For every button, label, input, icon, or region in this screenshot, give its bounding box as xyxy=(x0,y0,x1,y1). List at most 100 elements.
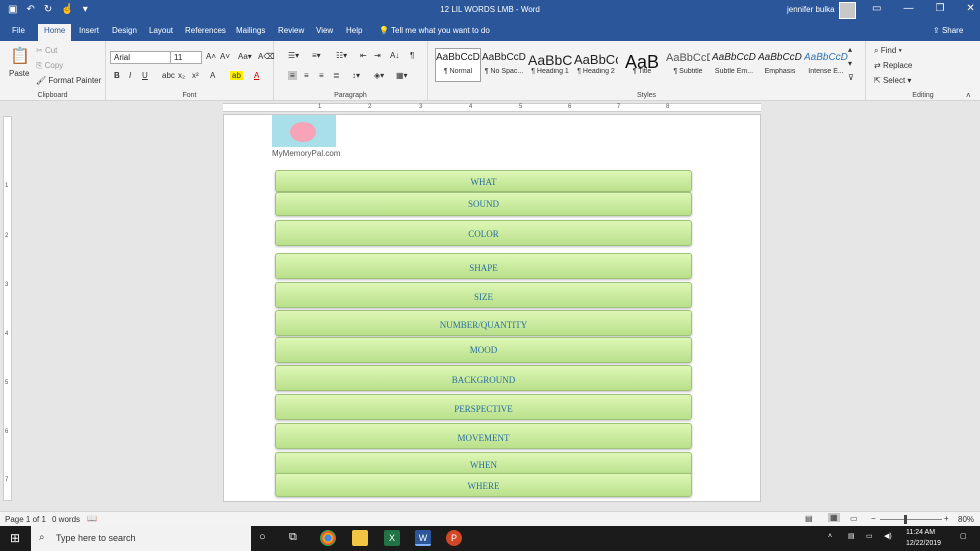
print-layout-icon[interactable]: ▦ xyxy=(828,513,840,522)
minimize-icon[interactable]: — xyxy=(903,3,913,14)
word-bar-mood[interactable]: MOOD xyxy=(275,337,692,363)
show-hidden-icons-icon[interactable]: ˄ xyxy=(828,533,832,540)
word-bar-sound[interactable]: SOUND xyxy=(275,192,692,216)
font-name-select[interactable]: Arial xyxy=(110,51,172,64)
tab-view[interactable]: View xyxy=(316,26,333,35)
paste-button[interactable]: Paste xyxy=(9,69,29,78)
proofing-icon[interactable]: 📖 xyxy=(87,514,97,523)
find-button[interactable]: ⌕ Find ▾ xyxy=(874,46,902,56)
change-case-icon[interactable]: Aa▾ xyxy=(238,52,252,61)
multilevel-list-icon[interactable]: ☷▾ xyxy=(336,51,347,60)
decrease-indent-icon[interactable]: ⇤ xyxy=(360,51,367,60)
zoom-slider-handle[interactable] xyxy=(904,515,907,524)
align-center-icon[interactable]: ≡ xyxy=(304,71,309,80)
tell-me-box[interactable]: 💡 Tell me what you want to do xyxy=(379,26,490,35)
zoom-out-icon[interactable]: − xyxy=(871,514,876,523)
style-6[interactable]: AaBbCcD ¶ Subtitle xyxy=(665,48,711,82)
italic-icon[interactable]: I xyxy=(129,71,131,80)
style-9[interactable]: AaBbCcDc Intense E... xyxy=(803,48,849,82)
taskbar-search[interactable]: ⌕ Type here to search xyxy=(31,526,251,551)
align-right-icon[interactable]: ≡ xyxy=(319,71,324,80)
share-button[interactable]: ⇪ Share xyxy=(933,26,963,35)
notifications-icon[interactable]: ▢ xyxy=(960,532,967,540)
font-size-select[interactable]: 11 xyxy=(170,51,202,64)
style-3[interactable]: AaBbC ¶ Heading 1 xyxy=(527,48,573,82)
replace-button[interactable]: ⇄ Replace xyxy=(874,61,912,70)
strikethrough-icon[interactable]: abc xyxy=(162,71,175,80)
tab-references[interactable]: References xyxy=(185,26,226,35)
collapse-ribbon-icon[interactable]: ˄ xyxy=(966,91,971,100)
clock-time[interactable]: 11:24 AM xyxy=(906,529,935,536)
text-effects-icon[interactable]: A xyxy=(210,71,215,80)
clock-date[interactable]: 12/22/2019 xyxy=(906,540,941,547)
grow-font-icon[interactable]: A˄ xyxy=(206,52,216,61)
word-bar-color[interactable]: COLOR xyxy=(275,220,692,246)
word-count[interactable]: 0 words xyxy=(52,515,80,524)
word-bar-movement[interactable]: MOVEMENT xyxy=(275,423,692,449)
highlight-icon[interactable]: ab xyxy=(230,71,243,80)
tab-help[interactable]: Help xyxy=(346,26,362,35)
cut-button[interactable]: ✂ Cut xyxy=(36,46,57,55)
format-painter-button[interactable]: 🖌 Format Painter xyxy=(36,76,101,85)
zoom-in-icon[interactable]: + xyxy=(944,514,949,523)
powerpoint-icon[interactable]: P xyxy=(446,530,462,546)
style-8[interactable]: AaBbCcDc Emphasis xyxy=(757,48,803,82)
word-bar-what[interactable]: WHAT xyxy=(275,170,692,192)
style-7[interactable]: AaBbCcDc Subtle Em... xyxy=(711,48,757,82)
chrome-icon[interactable] xyxy=(320,530,336,546)
zoom-slider[interactable] xyxy=(880,519,942,520)
windows-start-icon[interactable]: ⊞ xyxy=(10,531,20,545)
word-bar-perspective[interactable]: PERSPECTIVE xyxy=(275,394,692,420)
user-name[interactable]: jennifer bulka xyxy=(787,5,835,14)
restore-icon[interactable]: ❐ xyxy=(935,3,944,14)
battery-icon[interactable]: ▭ xyxy=(866,532,873,540)
bold-icon[interactable]: B xyxy=(114,71,120,80)
shading-icon[interactable]: ◈▾ xyxy=(374,71,384,80)
borders-icon[interactable]: ▦▾ xyxy=(396,71,408,80)
read-mode-icon[interactable]: ▤ xyxy=(805,514,813,523)
word-bar-background[interactable]: BACKGROUND xyxy=(275,365,692,391)
word-bar-where[interactable]: WHERE xyxy=(275,473,692,497)
avatar[interactable] xyxy=(839,2,856,19)
clear-formatting-icon[interactable]: A⌫ xyxy=(258,52,275,61)
word-icon[interactable]: W xyxy=(415,530,431,546)
sort-icon[interactable]: A↓ xyxy=(390,51,399,60)
task-view-icon[interactable]: ⧉ xyxy=(289,531,297,544)
logo-image[interactable] xyxy=(272,115,336,147)
tab-home[interactable]: Home xyxy=(38,24,72,41)
excel-icon[interactable]: X xyxy=(384,530,400,546)
page-count[interactable]: Page 1 of 1 xyxy=(5,515,46,524)
numbering-icon[interactable]: ≡▾ xyxy=(312,51,321,60)
copy-button[interactable]: ⎘ Copy xyxy=(36,61,63,71)
bullets-icon[interactable]: ☰▾ xyxy=(288,51,299,60)
increase-indent-icon[interactable]: ⇥ xyxy=(374,51,381,60)
font-color-icon[interactable]: A xyxy=(254,71,259,80)
style-4[interactable]: AaBbCc ¶ Heading 2 xyxy=(573,48,619,82)
web-layout-icon[interactable]: ▭ xyxy=(850,514,858,523)
align-left-icon[interactable]: ≡ xyxy=(288,71,297,80)
shrink-font-icon[interactable]: A˅ xyxy=(220,52,230,61)
tab-review[interactable]: Review xyxy=(278,26,304,35)
tab-mailings[interactable]: Mailings xyxy=(236,26,265,35)
style-2[interactable]: AaBbCcDc ¶ No Spac... xyxy=(481,48,527,82)
superscript-icon[interactable]: x² xyxy=(192,71,199,80)
show-formatting-icon[interactable]: ¶ xyxy=(410,51,414,60)
select-button[interactable]: ⇱ Select ▾ xyxy=(874,76,911,85)
subscript-icon[interactable]: x₂ xyxy=(178,71,185,80)
paste-icon[interactable]: 📋 xyxy=(10,46,30,66)
zoom-level[interactable]: 80% xyxy=(958,515,974,524)
line-spacing-icon[interactable]: ↕▾ xyxy=(352,71,360,80)
wifi-icon[interactable]: ▤ xyxy=(848,532,855,540)
file-explorer-icon[interactable] xyxy=(352,530,368,546)
underline-icon[interactable]: U xyxy=(142,71,148,80)
tab-layout[interactable]: Layout xyxy=(149,26,173,35)
style-5[interactable]: AaB ¶ Title xyxy=(619,48,665,82)
tab-design[interactable]: Design xyxy=(112,26,137,35)
ribbon-display-icon[interactable]: ▭ xyxy=(872,3,881,14)
tab-insert[interactable]: Insert xyxy=(79,26,99,35)
style-1[interactable]: AaBbCcDc ¶ Normal xyxy=(435,48,481,82)
justify-icon[interactable]: ≣ xyxy=(333,71,340,80)
tab-file[interactable]: File xyxy=(12,26,25,35)
vertical-ruler[interactable]: 1 2 3 4 5 6 7 xyxy=(3,116,12,501)
word-bar-number-quantity[interactable]: NUMBER/QUANTITY xyxy=(275,310,692,336)
